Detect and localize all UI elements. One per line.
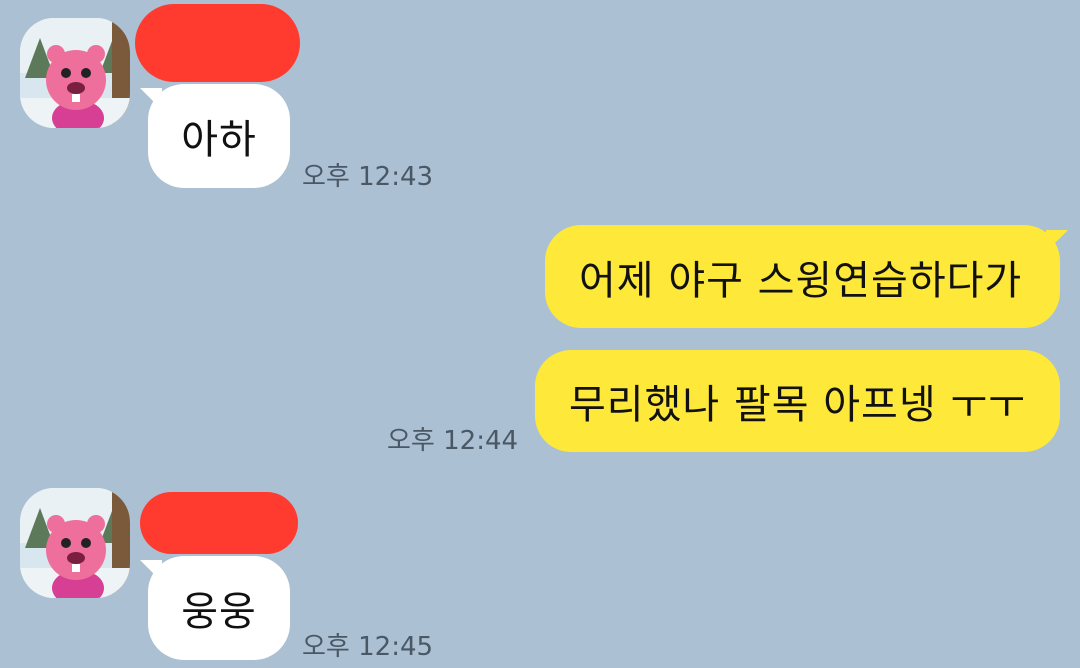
message-timestamp: 오후 12:44 bbox=[387, 426, 519, 456]
pink-beaver-avatar-icon bbox=[20, 18, 130, 128]
sender-avatar[interactable] bbox=[20, 18, 130, 128]
message-text: 어제 야구 스윙연습하다가 bbox=[579, 257, 1023, 304]
redacted-sender-name bbox=[135, 4, 300, 82]
outgoing-message-bubble[interactable]: 무리했나 팔목 아프넹 ㅜㅜ bbox=[535, 350, 1060, 452]
message-timestamp: 오후 12:43 bbox=[302, 162, 434, 192]
incoming-message-bubble[interactable]: 아하 bbox=[148, 84, 290, 188]
outgoing-message-bubble[interactable]: 어제 야구 스윙연습하다가 bbox=[545, 225, 1060, 328]
message-timestamp: 오후 12:45 bbox=[302, 632, 434, 662]
incoming-message-bubble[interactable]: 웅웅 bbox=[148, 556, 290, 660]
outgoing-bubble-tail bbox=[1046, 230, 1068, 252]
sender-avatar[interactable] bbox=[20, 488, 130, 598]
redacted-sender-name bbox=[140, 492, 298, 554]
pink-beaver-avatar-icon bbox=[20, 488, 130, 598]
message-text: 무리했나 팔목 아프넹 ㅜㅜ bbox=[569, 382, 1026, 428]
message-text: 웅웅 bbox=[181, 589, 257, 635]
message-text: 아하 bbox=[181, 117, 257, 163]
